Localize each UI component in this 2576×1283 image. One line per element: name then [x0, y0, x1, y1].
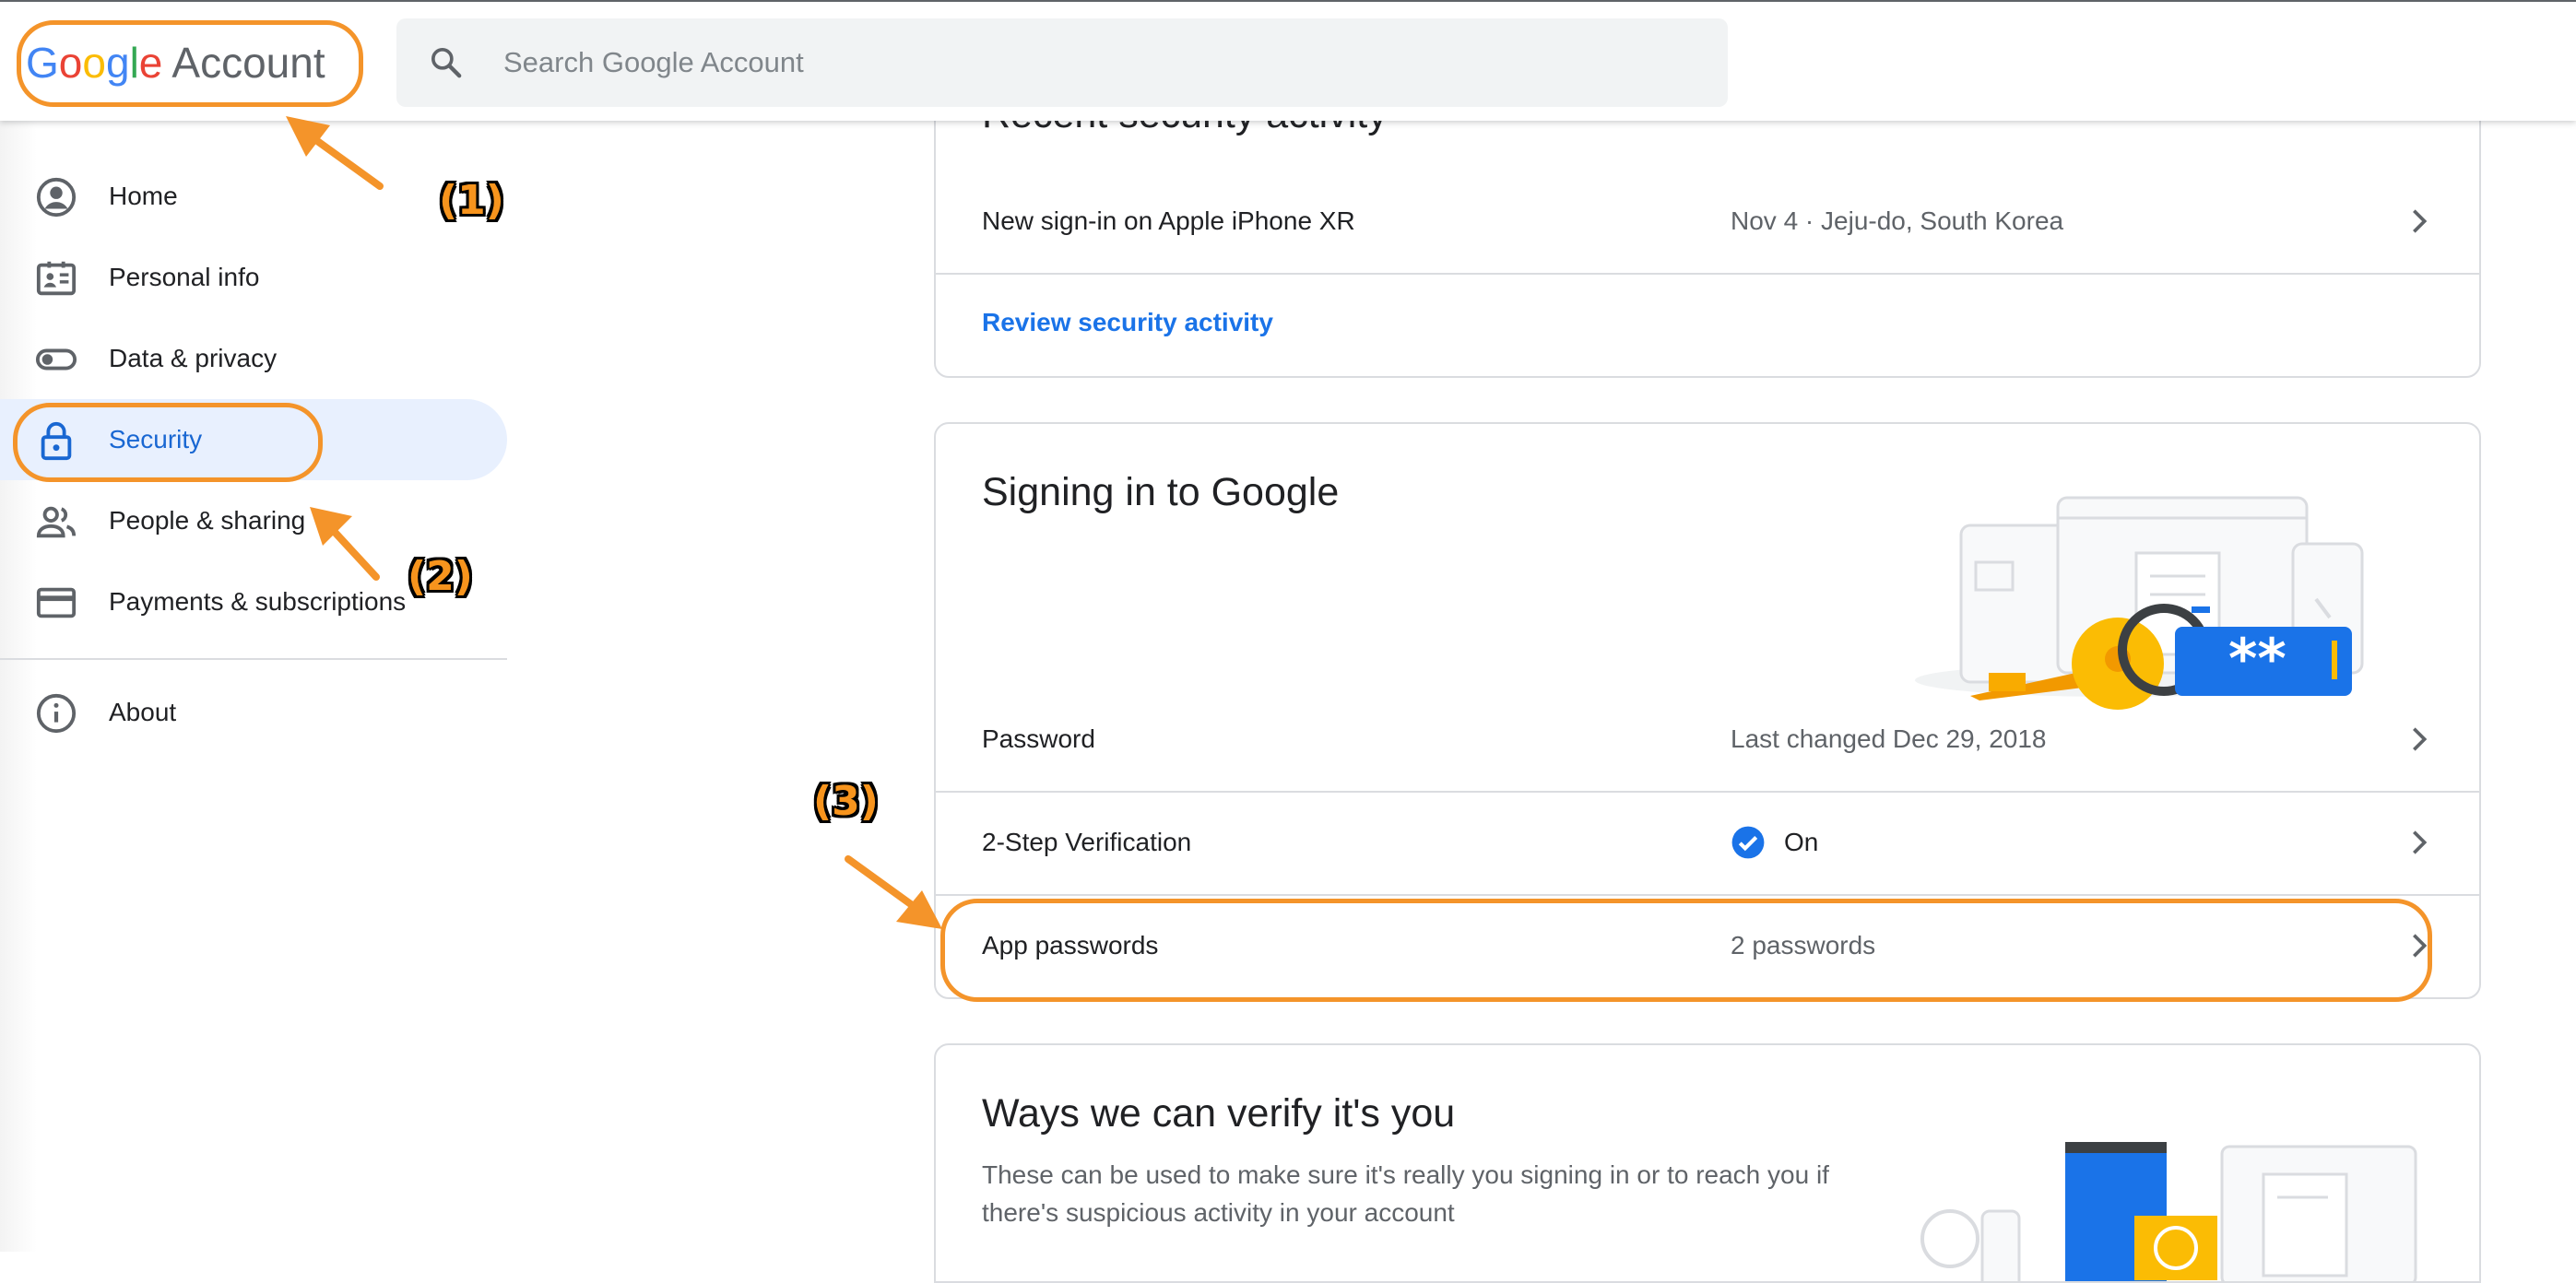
sidebar-item-people-sharing[interactable]: People & sharing [0, 480, 507, 561]
callout-2: (2) [408, 553, 473, 600]
check-circle-icon [1731, 826, 1765, 859]
sidebar-item-label: About [109, 698, 177, 726]
sidebar-item-label: Data & privacy [109, 344, 278, 372]
signing-in-card: Signing in to Google ** Password Last ch… [934, 422, 2481, 999]
devices-key-illustration: ** [1915, 496, 2364, 710]
toggle-icon [35, 348, 77, 371]
logo-letter: o [82, 39, 106, 87]
lock-icon [41, 421, 72, 461]
row-value: Nov 4 · Jeju-do, South Korea [1731, 206, 2064, 235]
app-passwords-row[interactable]: App passwords 2 passwords [936, 894, 2479, 997]
chevron-right-icon[interactable] [2404, 723, 2435, 756]
sidebar-item-label: Security [109, 425, 203, 453]
row-label: Password [982, 724, 1095, 753]
row-value: 2 passwords [1731, 931, 1876, 959]
sidebar-item-about[interactable]: About [0, 672, 507, 753]
sidebar-item-label: People & sharing [109, 506, 306, 535]
account-circle-icon [36, 177, 77, 218]
credit-card-icon [36, 587, 77, 618]
sidebar-item-personal-info[interactable]: Personal info [0, 237, 507, 318]
review-security-activity-link[interactable]: Review security activity [982, 308, 1273, 337]
sidebar-item-data-privacy[interactable]: Data & privacy [0, 318, 507, 399]
search-bar[interactable]: Search Google Account [396, 18, 1728, 107]
row-value: Last changed Dec 29, 2018 [1731, 724, 2047, 753]
sidebar-item-label: Personal info [109, 263, 260, 291]
search-input[interactable]: Search Google Account [503, 46, 804, 79]
row-value: On [1731, 825, 1818, 860]
sidebar-item-security[interactable]: Security [0, 399, 507, 480]
arrow-3 [845, 855, 942, 929]
verify-methods-card: Ways we can verify it's you These can be… [934, 1043, 2481, 1283]
verify-illustration [1920, 1142, 2417, 1281]
recent-activity-row[interactable]: New sign-in on Apple iPhone XR Nov 4 · J… [936, 170, 2479, 273]
logo-letter: l [129, 39, 139, 87]
chevron-right-icon[interactable] [2404, 826, 2435, 859]
logo-letter: o [58, 39, 83, 87]
sidebar-item-label: Payments & subscriptions [109, 587, 407, 616]
google-account-logo[interactable]: G o o g l e Account [26, 33, 325, 92]
card-description: These can be used to make sure it's real… [982, 1160, 1829, 1227]
callout-1: (1) [439, 177, 504, 224]
logo-letter: e [138, 39, 163, 87]
row-label: New sign-in on Apple iPhone XR [982, 206, 1355, 235]
arrow-2 [310, 507, 380, 581]
id-card-icon [36, 261, 77, 296]
top-app-bar: G o o g l e Account Search Google Accoun… [0, 0, 2576, 121]
chevron-right-icon[interactable] [2404, 205, 2435, 238]
logo-account-text: Account [171, 39, 325, 87]
callout-3: (3) [813, 778, 879, 825]
two-step-status: On [1784, 828, 1819, 856]
sidebar-item-home[interactable]: Home [0, 156, 507, 237]
logo-letter: g [105, 39, 130, 87]
search-icon[interactable] [428, 44, 465, 81]
row-divider [936, 273, 2479, 275]
arrow-1 [286, 116, 384, 190]
card-title: Signing in to Google [982, 470, 1340, 514]
info-icon [36, 693, 77, 734]
row-label: App passwords [982, 931, 1159, 959]
logo-letter: G [26, 39, 59, 87]
sidebar-item-label: Home [109, 182, 178, 210]
two-step-verification-row[interactable]: 2-Step Verification On [936, 791, 2479, 894]
sidebar-divider [0, 658, 507, 660]
chevron-right-icon[interactable] [2404, 929, 2435, 962]
card-title: Ways we can verify it's you [982, 1091, 1456, 1136]
password-asterisks: ** [2228, 627, 2286, 691]
password-row[interactable]: Password Last changed Dec 29, 2018 [936, 688, 2479, 791]
row-label: 2-Step Verification [982, 828, 1192, 856]
people-icon [36, 506, 77, 538]
